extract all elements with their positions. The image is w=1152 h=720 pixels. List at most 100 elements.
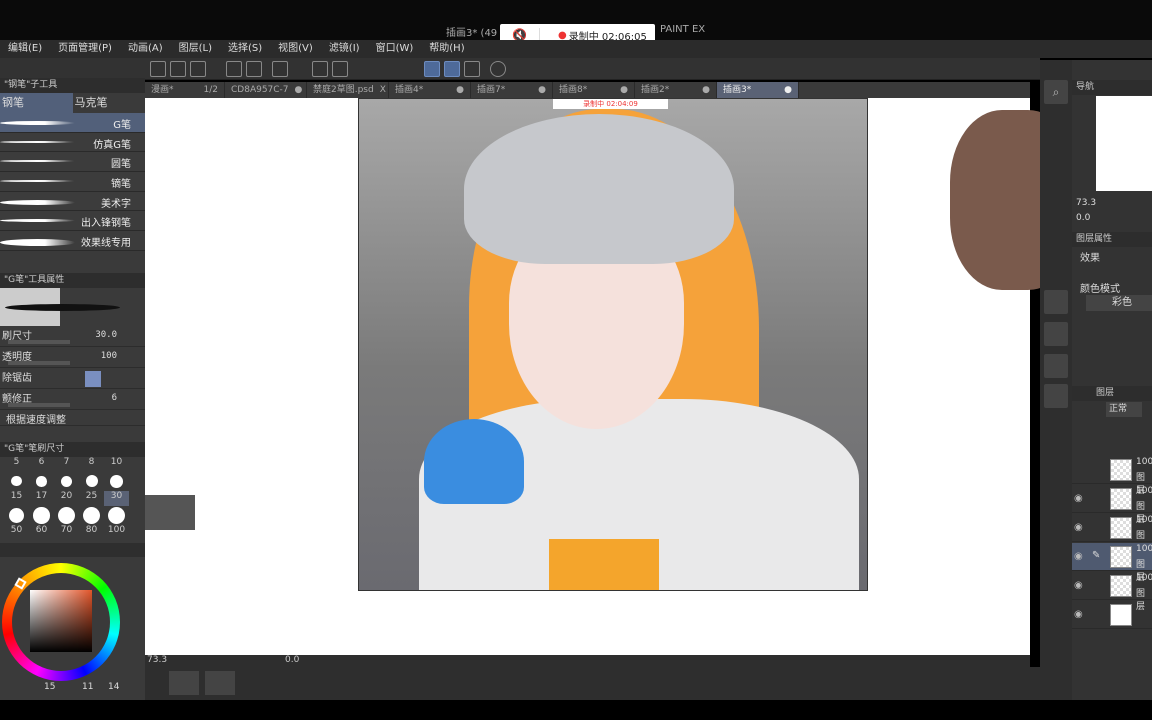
right-panel: 导航 73.3 0.0 图层属性 效果 颜色模式 彩色 图层 正常 100 图层 ◉…	[1072, 60, 1152, 700]
edit-folder-icon[interactable]	[1044, 322, 1068, 346]
character-folder-icon[interactable]	[1044, 384, 1068, 408]
brush-real-g-pen[interactable]: 仿真G笔	[0, 132, 145, 153]
fill-icon[interactable]	[312, 61, 328, 77]
tab-illust7[interactable]: 插画7* ●	[471, 82, 553, 98]
layer-row[interactable]: ◉100图层	[1072, 485, 1152, 525]
undo-icon[interactable]	[226, 61, 242, 77]
navigator-zoom[interactable]: 73.3	[1076, 198, 1096, 208]
antialias-selector[interactable]: 除锯齿	[0, 368, 145, 389]
brush-effect-line[interactable]: 效果线专用	[0, 231, 145, 251]
saturation-value-square[interactable]	[30, 589, 92, 652]
tab-cd8a[interactable]: CD8A957C-7 ●	[225, 82, 307, 98]
rotation-readout[interactable]: 0.0	[285, 655, 299, 665]
pencil-icon: ✎	[1092, 550, 1101, 561]
material-folder-icon[interactable]	[1044, 290, 1068, 314]
visibility-eye-icon[interactable]: ◉	[1074, 551, 1083, 562]
layer-row[interactable]: ◉ ✎ 100 图层	[1072, 543, 1152, 583]
blend-mode-select[interactable]: 正常	[1106, 402, 1142, 417]
tab-illust4[interactable]: 插画4* ●	[389, 82, 471, 98]
effect-label: 效果	[1080, 253, 1100, 264]
menu-select[interactable]: 选择(S)	[220, 40, 270, 58]
layer-property-tab[interactable]: 图层属性	[1072, 232, 1152, 247]
tab-manga[interactable]: 漫画* 1/2	[145, 82, 225, 98]
image-folder-icon[interactable]	[1044, 354, 1068, 378]
tab-illust8[interactable]: 插画8* ●	[553, 82, 635, 98]
menu-help[interactable]: 帮助(H)	[421, 40, 472, 58]
tab-illust3[interactable]: 插画3* ●	[717, 82, 799, 98]
navigator-preview[interactable]	[1096, 96, 1152, 191]
visibility-eye-icon[interactable]: ◉	[1074, 609, 1083, 620]
clear-selection-icon[interactable]	[272, 61, 288, 77]
snap-special-ruler-icon[interactable]	[444, 61, 460, 77]
menu-view[interactable]: 视图(V)	[270, 40, 321, 58]
document-tabs: 漫画* 1/2 CD8A957C-7 ● 禁庭2草图.psd X 插画4* ● 插画7*…	[145, 82, 1030, 98]
brush-g-pen[interactable]: G笔	[0, 113, 145, 133]
brush-size-label: 8	[88, 456, 95, 467]
brush-size-label: 60	[35, 524, 48, 535]
brush-size-option[interactable]	[29, 472, 54, 491]
menu-filter[interactable]: 滤镜(I)	[321, 40, 368, 58]
opacity-slider[interactable]: 透明度 100	[0, 347, 145, 368]
layer-row[interactable]: ◉100图层	[1072, 514, 1152, 554]
layer-row[interactable]: ◉100图层	[1072, 572, 1152, 612]
transform-icon[interactable]	[332, 61, 348, 77]
brush-size-option[interactable]	[54, 472, 79, 491]
window-title-suffix: PAINT EX	[660, 24, 706, 35]
brush-taper-pen[interactable]: 出入锋钢笔	[0, 211, 145, 232]
open-file-icon[interactable]	[170, 61, 186, 77]
layer-row[interactable]: ◉	[1072, 601, 1152, 629]
search-icon[interactable]: ⌕	[1044, 80, 1068, 104]
menu-animation[interactable]: 动画(A)	[120, 40, 171, 58]
brush-size-option[interactable]	[54, 506, 79, 525]
left-panel: "钢笔"子工具 钢笔 马克笔 G笔 仿真G笔 圆笔 镝笔 美术字 出入锋钢笔 效…	[0, 78, 145, 700]
artwork-canvas[interactable]: 录制中 02:04:09	[358, 98, 868, 591]
brush-size-option[interactable]	[79, 472, 104, 491]
navigator-rotation[interactable]: 0.0	[1076, 213, 1090, 223]
snap-grid-icon[interactable]	[464, 61, 480, 77]
brush-size-option[interactable]	[4, 472, 29, 491]
visibility-eye-icon[interactable]: ◉	[1074, 493, 1083, 504]
speed-adjust-checkbox[interactable]: 根据速度调整	[0, 410, 145, 426]
brush-size-label: 20	[60, 490, 73, 501]
layer-tab[interactable]: 图层	[1072, 386, 1152, 401]
redo-icon[interactable]	[246, 61, 262, 77]
brush-size-slider[interactable]: 刷尺寸 30.0	[0, 326, 145, 347]
brush-round-pen[interactable]: 圆笔	[0, 152, 145, 173]
brush-size-option[interactable]	[29, 506, 54, 525]
navigator-tab[interactable]: 导航	[1072, 80, 1152, 95]
subtool-tab-pen[interactable]: 钢笔	[0, 93, 73, 113]
visibility-eye-icon[interactable]: ◉	[1074, 580, 1083, 591]
menu-page[interactable]: 页面管理(P)	[50, 40, 120, 58]
new-file-icon[interactable]	[150, 61, 166, 77]
brush-calligraphy[interactable]: 美术字	[0, 191, 145, 212]
panel-icon-column: ⌕	[1040, 60, 1072, 700]
help-icon[interactable]	[490, 61, 506, 77]
stabilization-slider[interactable]: 颤修正 6	[0, 389, 145, 410]
visibility-eye-icon[interactable]: ◉	[1074, 522, 1083, 533]
brush-size-option[interactable]	[104, 506, 129, 525]
layer-row[interactable]: 100 图层	[1072, 456, 1152, 496]
menu-edit[interactable]: 编辑(E)	[0, 40, 50, 58]
snap-ruler-icon[interactable]	[424, 61, 440, 77]
panel-toggle-icon[interactable]	[169, 671, 199, 695]
color-wheel[interactable]	[0, 557, 145, 682]
brush-size-option[interactable]	[79, 506, 104, 525]
color-mode-select[interactable]: 彩色	[1086, 295, 1152, 311]
menu-layer[interactable]: 图层(L)	[171, 40, 220, 58]
zoom-readout[interactable]: 73.3	[147, 655, 167, 665]
brush-size-option[interactable]	[104, 472, 129, 491]
close-icon[interactable]: X	[380, 82, 386, 98]
layer-thumbnail	[1110, 488, 1132, 510]
save-icon[interactable]	[190, 61, 206, 77]
tab-psd[interactable]: 禁庭2草图.psd X	[307, 82, 389, 98]
subtool-tab-marker[interactable]: 马克笔	[73, 93, 146, 113]
brush-mapping-pen[interactable]: 镝笔	[0, 172, 145, 192]
brush-preview	[0, 287, 145, 326]
figure-shirt	[549, 539, 659, 590]
tab-illust2[interactable]: 插画2* ●	[635, 82, 717, 98]
brush-size-grid: 5 6 7 8 10 15 17 20 25 30 50 60 70 80 100	[4, 457, 145, 540]
menu-window[interactable]: 窗口(W)	[368, 40, 422, 58]
brush-size-option[interactable]	[4, 506, 29, 525]
brush-size-label: 70	[60, 524, 73, 535]
capture-icon[interactable]	[205, 671, 235, 695]
